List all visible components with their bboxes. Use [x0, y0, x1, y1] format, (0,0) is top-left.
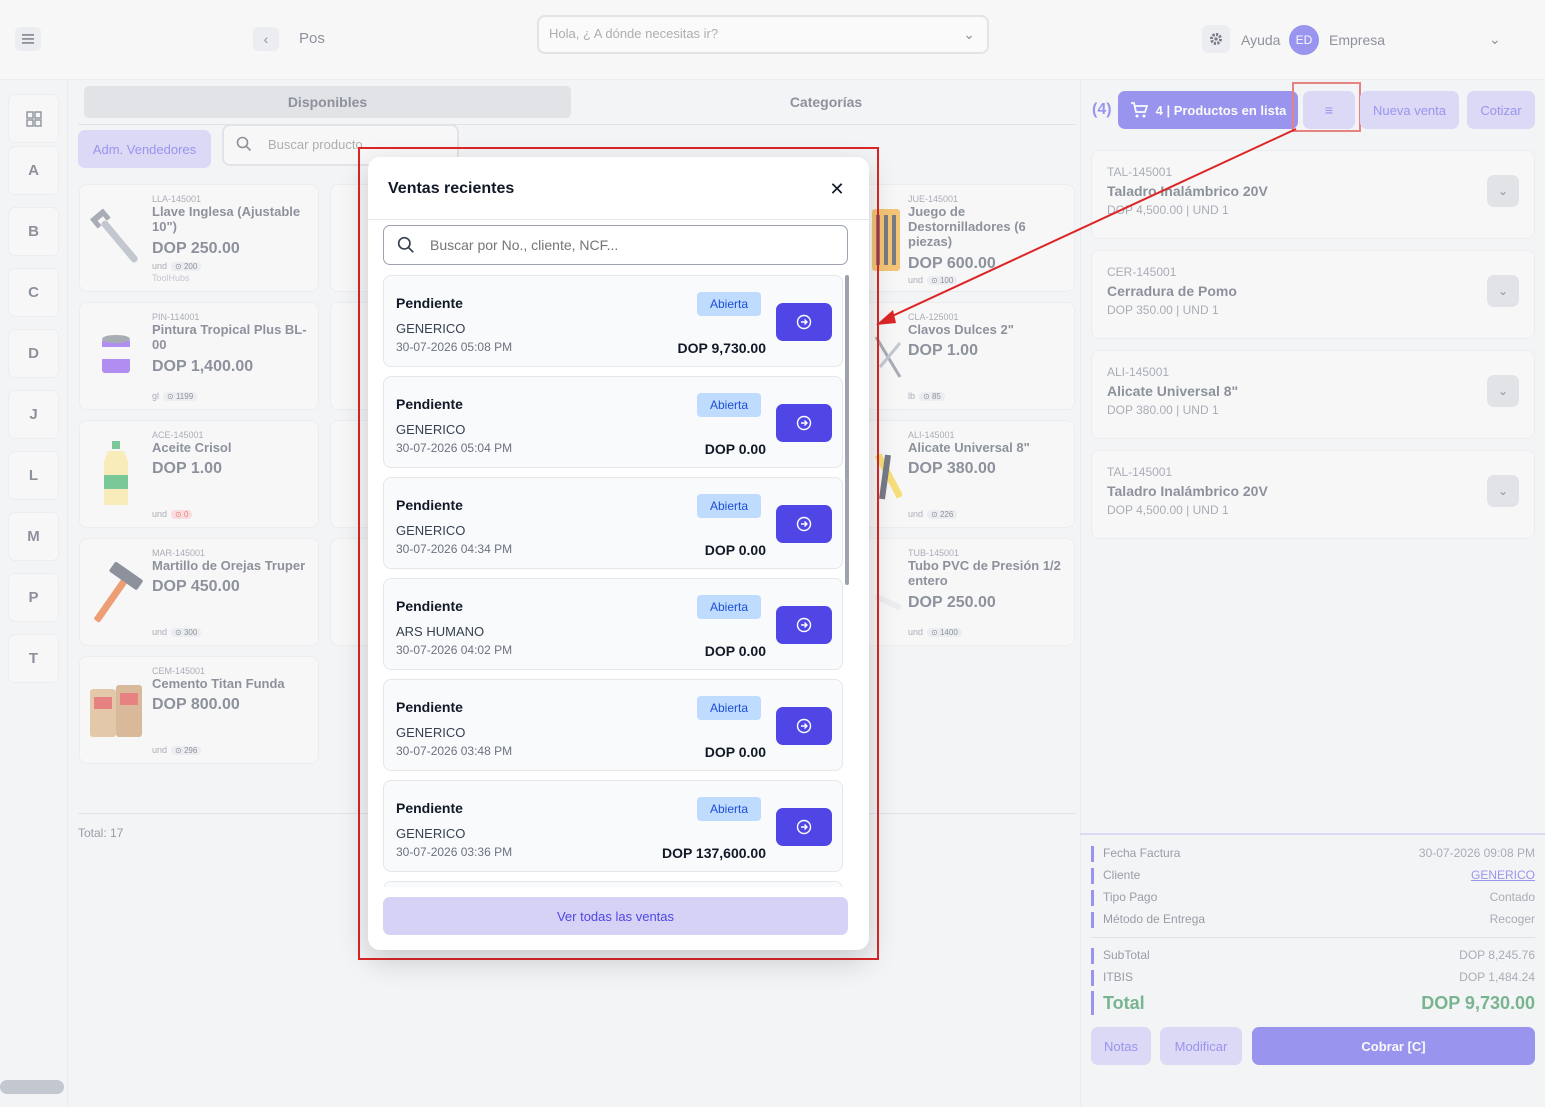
sale-card[interactable]: Pendiente GENERICO 30-07-2026 05:04 PM A… — [383, 376, 843, 468]
status-badge: Abierta — [697, 292, 761, 316]
open-sale-button[interactable] — [776, 707, 832, 745]
open-sale-button[interactable] — [776, 505, 832, 543]
sale-client: GENERICO — [396, 321, 466, 336]
sale-status: Pendiente — [396, 598, 463, 614]
arrow-right-circle-icon — [796, 819, 812, 835]
sale-card[interactable]: Pendiente GENERICO 30-07-2026 03:48 PM A… — [383, 679, 843, 771]
sale-date: 30-07-2026 04:34 PM — [396, 542, 513, 556]
open-sale-button[interactable] — [776, 606, 832, 644]
sales-search[interactable] — [383, 225, 848, 265]
close-icon[interactable]: ✕ — [827, 179, 847, 199]
search-icon — [397, 236, 414, 253]
sale-amount: DOP 0.00 — [704, 744, 766, 760]
modal-title: Ventas recientes — [388, 180, 515, 197]
sale-date: 30-07-2026 03:36 PM — [396, 845, 513, 859]
sale-card[interactable]: Pendiente GENERICO 30-07-2026 05:08 PM A… — [383, 275, 843, 367]
sale-status: Pendiente — [396, 699, 463, 715]
sale-status: Pendiente — [396, 295, 463, 311]
sale-amount: DOP 0.00 — [704, 542, 766, 558]
sale-status: Pendiente — [396, 497, 463, 513]
view-all-sales-button[interactable]: Ver todas las ventas — [383, 897, 848, 935]
sale-status: Pendiente — [396, 396, 463, 412]
sale-card[interactable] — [383, 881, 843, 887]
open-sale-button[interactable] — [776, 303, 832, 341]
status-badge: Abierta — [697, 595, 761, 619]
sale-card[interactable]: Pendiente ARS HUMANO 30-07-2026 04:02 PM… — [383, 578, 843, 670]
sale-status: Pendiente — [396, 800, 463, 816]
open-sale-button[interactable] — [776, 404, 832, 442]
status-badge: Abierta — [697, 797, 761, 821]
recent-sales-modal: Ventas recientes ✕ Pendiente GENERICO 30… — [368, 157, 869, 950]
sale-client: GENERICO — [396, 826, 466, 841]
sale-date: 30-07-2026 04:02 PM — [396, 643, 513, 657]
sale-date: 30-07-2026 05:08 PM — [396, 340, 513, 354]
sale-amount: DOP 137,600.00 — [661, 845, 766, 861]
sales-search-input[interactable] — [430, 237, 830, 253]
sale-amount: DOP 0.00 — [704, 441, 766, 457]
sale-client: ARS HUMANO — [396, 624, 485, 639]
sales-list-scrollbar[interactable] — [845, 275, 849, 585]
sale-card[interactable]: Pendiente GENERICO 30-07-2026 03:36 PM A… — [383, 780, 843, 872]
arrow-right-circle-icon — [796, 516, 812, 532]
arrow-right-circle-icon — [796, 415, 812, 431]
sale-date: 30-07-2026 03:48 PM — [396, 744, 513, 758]
sale-client: GENERICO — [396, 422, 466, 437]
arrow-right-circle-icon — [796, 314, 812, 330]
status-badge: Abierta — [697, 494, 761, 518]
sales-list[interactable]: Pendiente GENERICO 30-07-2026 05:08 PM A… — [383, 275, 844, 887]
sale-client: GENERICO — [396, 523, 466, 538]
status-badge: Abierta — [697, 393, 761, 417]
modal-divider — [368, 219, 869, 220]
sale-amount: DOP 9,730.00 — [677, 340, 766, 356]
open-sale-button[interactable] — [776, 808, 832, 846]
status-badge: Abierta — [697, 696, 761, 720]
arrow-right-circle-icon — [796, 718, 812, 734]
sale-client: GENERICO — [396, 725, 466, 740]
sale-date: 30-07-2026 05:04 PM — [396, 441, 513, 455]
sale-card[interactable]: Pendiente GENERICO 30-07-2026 04:34 PM A… — [383, 477, 843, 569]
sale-amount: DOP 0.00 — [704, 643, 766, 659]
arrow-right-circle-icon — [796, 617, 812, 633]
